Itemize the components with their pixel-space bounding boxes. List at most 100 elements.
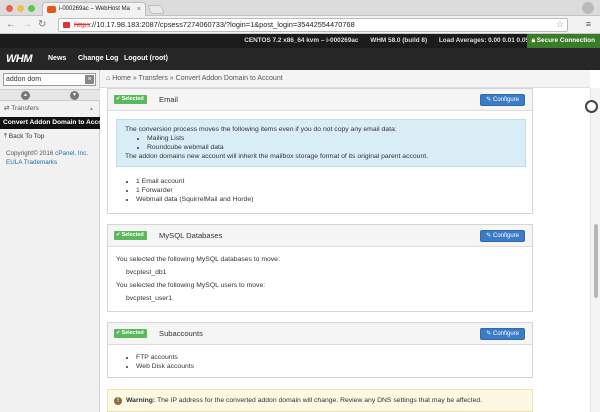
list-item: Web Disk accounts: [136, 362, 524, 371]
email-panel-body: The conversion process moves the followi…: [108, 111, 532, 210]
status-badge-text: Selected: [121, 96, 144, 102]
user-name: bvcptest_user1: [126, 295, 173, 302]
mysql-panel-title: MySQL Databases: [159, 231, 223, 240]
list-item: Webmail data (SquirrelMail and Horde): [136, 195, 524, 204]
load-averages: Load Averages: 0.00 0.01 0.05: [438, 37, 529, 44]
whm-version: WHM 58.0 (build 8): [370, 37, 428, 44]
cpanel-link[interactable]: cPanel, Inc.: [55, 150, 88, 157]
close-tab-icon[interactable]: ×: [137, 3, 141, 16]
sidebar-search-input[interactable]: addon dom ×: [3, 73, 96, 86]
back-to-top-link[interactable]: ⤒ Back To Top: [0, 131, 100, 143]
forward-arrow-icon[interactable]: →: [22, 19, 32, 31]
os-info: CENTOS 7.2 x86_64 kvm – i-000269ac: [244, 37, 359, 44]
back-arrow-icon[interactable]: ←: [6, 19, 16, 31]
back-to-top-label: Back To Top: [8, 133, 45, 140]
list-item: FTP accounts: [136, 353, 524, 362]
status-badge: ✔Selected: [114, 231, 147, 240]
secure-connection-badge: 🔒︎ Secure Connection: [526, 34, 600, 48]
db-name: bvcptest_db1: [126, 269, 167, 276]
close-window-icon[interactable]: [6, 5, 13, 12]
trademarks-link[interactable]: Trademarks: [24, 159, 57, 166]
breadcrumb-transfers[interactable]: Transfers: [139, 75, 168, 82]
info-line-2: The addon domains new account will inher…: [125, 153, 429, 160]
news-link[interactable]: News: [48, 48, 66, 70]
subaccounts-configure-button[interactable]: ✎ Configure: [480, 328, 525, 340]
subaccounts-panel: ✔Selected Subaccounts ✎ Configure FTP ac…: [107, 322, 533, 378]
browser-menu-icon[interactable]: ≡: [586, 19, 591, 29]
sidebar: addon dom × ▲ ▼ ⇄ Transfers ▲ Convert Add…: [0, 70, 112, 412]
eula-link[interactable]: EULA: [6, 159, 22, 166]
address-toolbar: ← → ↻ https://10.17.98.183:2087/cpsess72…: [0, 16, 600, 34]
warning-banner: ! Warning: The IP address for the conver…: [107, 389, 533, 412]
profile-icon[interactable]: [582, 2, 594, 14]
clear-search-icon[interactable]: ×: [85, 75, 94, 84]
breadcrumb-current: Convert Addon Domain to Account: [175, 75, 283, 82]
url-bar[interactable]: https://10.17.98.183:2087/cpsess72740607…: [58, 18, 568, 32]
scrollbar-thumb[interactable]: [594, 224, 598, 298]
check-icon: ✔: [116, 330, 121, 336]
email-panel: ✔Selected Email ✎ Configure The conversi…: [107, 88, 533, 214]
info-line: The conversion process moves the followi…: [125, 126, 397, 133]
new-tab-button[interactable]: [147, 5, 165, 14]
mysql-panel: ✔Selected MySQL Databases ✎ Configure Yo…: [107, 224, 533, 312]
configure-label: Configure: [492, 233, 519, 239]
change-log-link[interactable]: Change Log: [78, 48, 118, 70]
sidebar-search-value: addon dom: [6, 76, 42, 83]
pencil-icon: ✎: [486, 233, 493, 239]
warning-label: Warning:: [126, 397, 156, 404]
copyright-block: Copyright© 2016 cPanel, Inc. EULA Tradem…: [6, 150, 96, 167]
page-scrollbar[interactable]: [590, 88, 600, 412]
minimize-window-icon[interactable]: [17, 5, 24, 12]
broken-lock-icon: [63, 22, 70, 28]
sidebar-item-convert-addon[interactable]: Convert Addon Domain to Account: [0, 117, 112, 129]
reload-icon[interactable]: ↻: [38, 19, 46, 31]
list-item: 1 Email account: [136, 177, 524, 186]
warning-text: The IP address for the converted addon d…: [156, 397, 483, 404]
copyright-text: Copyright© 2016: [6, 150, 54, 157]
sidebar-collapse-controls: ▲ ▼: [0, 89, 100, 101]
cpanel-favicon-icon: [47, 6, 56, 13]
subaccounts-panel-title: Subaccounts: [159, 329, 203, 338]
collapse-up-icon[interactable]: ▲: [21, 91, 30, 100]
list-item: Roundcube webmail data: [147, 143, 517, 152]
maximize-window-icon[interactable]: [28, 5, 35, 12]
user-intro: You selected the following MySQL users t…: [116, 282, 266, 289]
breadcrumb-home[interactable]: Home: [112, 75, 131, 82]
whm-status-bar: CENTOS 7.2 x86_64 kvm – i-000269ac WHM 5…: [0, 34, 600, 48]
subaccounts-panel-body: FTP accounts Web Disk accounts: [108, 345, 532, 377]
status-badge: ✔Selected: [114, 95, 147, 104]
db-intro: You selected the following MySQL databas…: [116, 256, 280, 263]
email-configure-button[interactable]: ✎ Configure: [480, 94, 525, 106]
check-icon: ✔: [116, 232, 121, 238]
mysql-panel-body: You selected the following MySQL databas…: [108, 247, 532, 309]
server-status: CENTOS 7.2 x86_64 kvm – i-000269ac WHM 5…: [234, 34, 529, 48]
subaccounts-panel-header: ✔Selected Subaccounts ✎ Configure: [108, 323, 532, 345]
breadcrumb: ⌂ Home » Transfers » Convert Addon Domai…: [100, 70, 590, 88]
list-item: 1 Forwarder: [136, 186, 524, 195]
email-panel-title: Email: [159, 95, 178, 104]
mysql-panel-header: ✔Selected MySQL Databases ✎ Configure: [108, 225, 532, 247]
bookmark-star-icon[interactable]: ☆: [556, 19, 564, 30]
help-lifebuoy-icon[interactable]: [585, 100, 598, 113]
browser-tab-bar: i-000269ac – WebHost Ma ×: [0, 0, 600, 16]
sidebar-section-transfers[interactable]: ⇄ Transfers ▲: [0, 103, 100, 115]
status-badge: ✔Selected: [114, 329, 147, 338]
expand-down-icon[interactable]: ▼: [70, 91, 79, 100]
info-list: Mailing Lists Roundcube webmail data: [125, 134, 517, 152]
email-info-callout: The conversion process moves the followi…: [116, 119, 526, 167]
pencil-icon: ✎: [486, 97, 493, 103]
logout-link[interactable]: Logout (root): [124, 48, 168, 70]
list-item: Mailing Lists: [147, 134, 517, 143]
sidebar-section-label: Transfers: [11, 105, 39, 112]
configure-label: Configure: [492, 331, 519, 337]
status-badge-text: Selected: [121, 330, 144, 336]
status-badge-text: Selected: [121, 232, 144, 238]
email-panel-header: ✔Selected Email ✎ Configure: [108, 89, 532, 111]
configure-label: Configure: [492, 97, 519, 103]
mysql-configure-button[interactable]: ✎ Configure: [480, 230, 525, 242]
browser-tab[interactable]: i-000269ac – WebHost Ma ×: [42, 2, 146, 16]
browser-tab-title: i-000269ac – WebHost Ma: [59, 6, 130, 12]
email-items: 1 Email account 1 Forwarder Webmail data…: [124, 177, 524, 204]
whm-logo[interactable]: WHM: [6, 48, 33, 70]
check-icon: ✔: [116, 96, 121, 102]
